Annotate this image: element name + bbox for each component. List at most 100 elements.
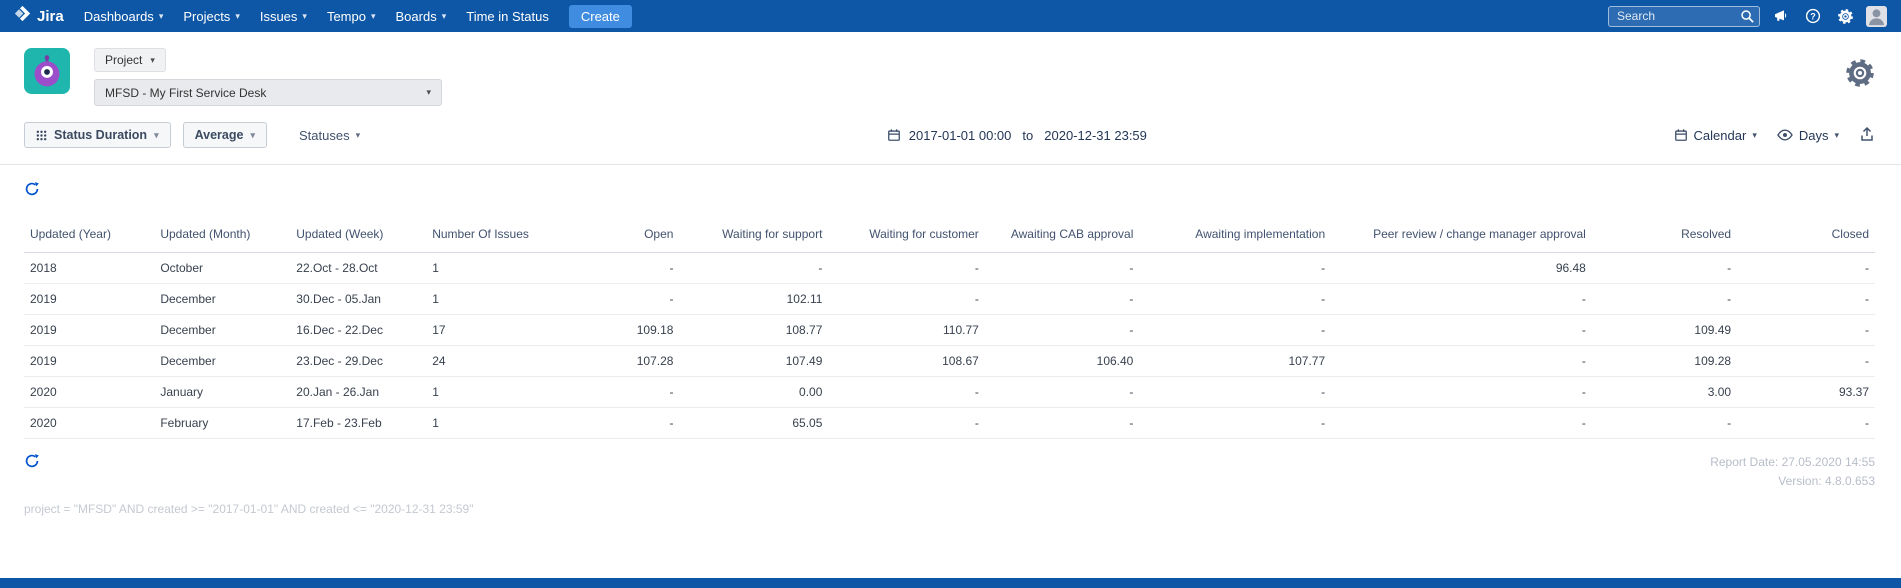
column-header[interactable]: Waiting for customer [828, 216, 985, 253]
table-cell: 22.Oct - 28.Oct [290, 252, 427, 284]
metric-button[interactable]: Average ▾ [182, 122, 267, 148]
table-cell: - [1331, 407, 1592, 439]
create-button[interactable]: Create [568, 4, 632, 28]
table-cell: 0.00 [679, 376, 829, 408]
table-cell: 107.77 [1139, 345, 1332, 377]
report-type-button[interactable]: Status Duration ▾ [24, 122, 171, 148]
table-cell: - [1139, 314, 1332, 346]
table-cell: 1 [426, 376, 574, 408]
calendar-icon [887, 129, 900, 141]
column-header[interactable]: Number Of Issues [426, 216, 574, 253]
grid-icon [36, 130, 47, 140]
table-cell: 2018 [24, 252, 155, 284]
help-icon[interactable]: ? [1802, 8, 1824, 24]
column-header[interactable]: Awaiting implementation [1139, 216, 1332, 253]
table-cell: 2020 [24, 407, 155, 439]
table-cell: - [1139, 407, 1332, 439]
table-header-row: Updated (Year) Updated (Month) Updated (We… [24, 216, 1875, 253]
chevron-down-icon: ▾ [1752, 129, 1757, 140]
table-cell: 16.Dec - 22.Dec [290, 314, 427, 346]
column-header[interactable]: Updated (Week) [290, 216, 427, 253]
column-header[interactable]: Peer review / change manager approval [1331, 216, 1592, 253]
nav-item-issues[interactable]: Issues ▾ [250, 0, 317, 32]
table-cell: - [1737, 283, 1875, 315]
table-cell: 108.67 [828, 345, 985, 377]
nav-item-projects[interactable]: Projects ▾ [173, 0, 250, 32]
column-header[interactable]: Updated (Year) [24, 216, 155, 253]
column-header[interactable]: Awaiting CAB approval [984, 216, 1140, 253]
nav-item-time-in-status[interactable]: Time in Status [456, 0, 559, 32]
table-cell: December [154, 345, 291, 377]
table-cell: - [1737, 252, 1875, 284]
user-avatar[interactable] [1866, 5, 1887, 27]
date-range[interactable]: 2017-01-01 00:00 to 2020-12-31 23:59 [360, 128, 1673, 143]
table-cell: - [1737, 345, 1875, 377]
export-icon[interactable] [1859, 126, 1875, 145]
chevron-down-icon: ▾ [235, 10, 240, 21]
table-row: 2019 December 23.Dec - 29.Dec 24 107.28 107.4… [24, 345, 1875, 377]
table-cell: - [573, 283, 680, 315]
report-meta: Report Date: 27.05.2020 14:55 Version: 4… [1710, 453, 1875, 490]
table-cell: - [984, 283, 1140, 315]
scope-selector-label: Project [105, 53, 143, 67]
statuses-dropdown[interactable]: Statuses ▾ [299, 128, 360, 143]
table-cell: 3.00 [1591, 376, 1738, 408]
nav-item-tempo[interactable]: Tempo ▾ [317, 0, 386, 32]
table-row: 2018 October 22.Oct - 28.Oct 1- - - - -96.48- - [24, 252, 1875, 284]
gear-icon[interactable] [1834, 8, 1856, 25]
table-cell: - [1331, 376, 1592, 408]
calendar-mode-dropdown[interactable]: Calendar ▾ [1674, 128, 1757, 143]
table-cell: 93.37 [1737, 376, 1875, 408]
jira-brand[interactable]: Jira [14, 5, 74, 27]
table-cell: 23.Dec - 29.Dec [290, 345, 427, 377]
table-cell: - [1139, 283, 1332, 315]
time-in-status-app-icon [24, 48, 70, 94]
search-input[interactable] [1608, 5, 1760, 27]
table-cell: 1 [426, 407, 574, 439]
column-header[interactable]: Open [573, 216, 680, 253]
chevron-down-icon: ▾ [441, 10, 447, 21]
table-cell: 108.77 [679, 314, 829, 346]
chevron-down-icon: ▾ [150, 54, 155, 65]
refresh-icon[interactable] [24, 453, 40, 474]
column-header[interactable]: Waiting for support [679, 216, 829, 253]
report-toolbar: Status Duration ▾ Average ▾ Statuses ▾ 2… [0, 112, 1901, 165]
chevron-down-icon: ▾ [355, 129, 361, 140]
app-version: Version: 4.8.0.653 [1778, 473, 1875, 488]
table-cell: - [1139, 252, 1332, 284]
report-area: Updated (Year) Updated (Month) Updated (We… [0, 165, 1901, 516]
chevron-down-icon: ▾ [370, 10, 376, 21]
table-cell: December [154, 314, 291, 346]
table-cell: - [1331, 314, 1592, 346]
unit-dropdown[interactable]: Days ▾ [1777, 127, 1839, 143]
column-header[interactable]: Updated (Month) [154, 216, 291, 253]
refresh-icon[interactable] [24, 181, 40, 202]
brand-name: Jira [37, 7, 64, 25]
report-header: Project ▾ MFSD - My First Service Desk ▾ [0, 32, 1901, 112]
feedback-megaphone-icon[interactable] [1770, 8, 1792, 24]
table-cell: - [984, 407, 1140, 439]
table-cell: 1 [426, 283, 574, 315]
table-cell: 2019 [24, 283, 155, 315]
metric-label: Average [194, 128, 244, 142]
table-cell: - [1737, 314, 1875, 346]
settings-gear-icon[interactable] [1845, 58, 1875, 93]
column-header[interactable]: Closed [1737, 216, 1875, 253]
table-cell: 1 [426, 252, 574, 284]
chevron-down-icon: ▾ [158, 10, 164, 21]
nav-item-dashboards[interactable]: Dashboards ▾ [74, 0, 174, 32]
table-cell: 106.40 [984, 345, 1140, 377]
column-header[interactable]: Resolved [1591, 216, 1738, 253]
table-cell: 24 [426, 345, 574, 377]
report-date: Report Date: 27.05.2020 14:55 [1710, 455, 1875, 469]
svg-text:?: ? [1810, 11, 1816, 21]
table-cell: - [1591, 283, 1738, 315]
project-select[interactable]: MFSD - My First Service Desk ▾ [94, 79, 442, 106]
scope-selector-button[interactable]: Project ▾ [94, 48, 166, 72]
search-icon[interactable] [1740, 9, 1755, 24]
table-cell: 109.18 [573, 314, 680, 346]
table-cell: February [154, 407, 291, 439]
statuses-label: Statuses [299, 127, 350, 143]
table-cell: - [1331, 345, 1592, 377]
nav-item-boards[interactable]: Boards ▾ [386, 0, 457, 32]
